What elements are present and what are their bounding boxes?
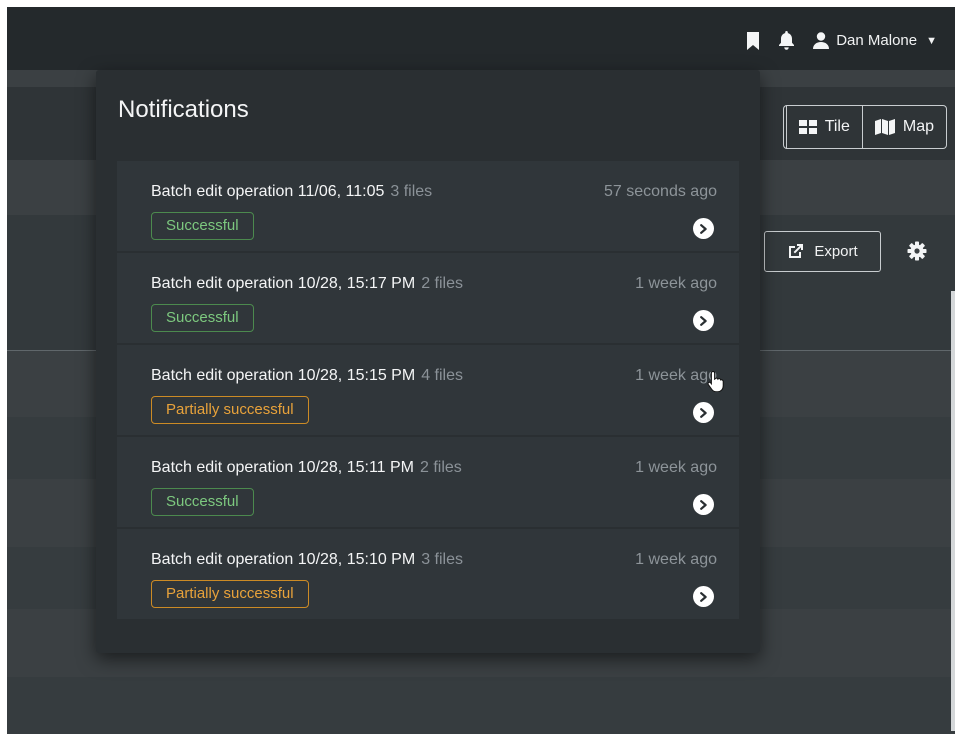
top-bar: Dan Malone ▼ <box>7 7 955 70</box>
scrollbar[interactable] <box>951 291 955 731</box>
chevron-right-icon[interactable] <box>693 218 714 239</box>
notification-title: Batch edit operation 11/06, 11:05 3 files <box>151 183 432 201</box>
notification-file-count: 2 files <box>421 275 463 292</box>
tile-view-button[interactable]: Tile <box>786 105 863 149</box>
top-actions: Dan Malone ▼ <box>746 31 937 50</box>
chevron-right-icon[interactable] <box>693 310 714 331</box>
notification-title: Batch edit operation 10/28, 15:17 PM 2 fi… <box>151 275 463 293</box>
user-name: Dan Malone <box>836 32 918 49</box>
caret-down-icon: ▼ <box>926 34 937 47</box>
bookmark-icon[interactable] <box>746 31 760 50</box>
notification-file-count: 3 files <box>421 551 463 568</box>
gear-icon[interactable] <box>907 241 927 266</box>
notifications-panel: Notifications Batch edit operation 11/06… <box>96 70 760 653</box>
map-view-button[interactable]: Map <box>862 105 947 149</box>
notification-file-count: 3 files <box>390 183 433 200</box>
notification-item[interactable]: Batch edit operation 10/28, 15:10 PM 3 fi… <box>117 529 739 619</box>
map-view-label: Map <box>902 118 934 135</box>
notification-operation: Batch edit operation 10/28, 15:11 PM <box>151 459 414 476</box>
notifications-title: Notifications <box>118 96 249 123</box>
export-button[interactable]: Export <box>764 231 881 272</box>
notification-operation: Batch edit operation 10/28, 15:10 PM <box>151 551 416 568</box>
app-window: Dan Malone ▼ Tile Map Export Notificatio… <box>7 7 955 734</box>
notification-item[interactable]: Batch edit operation 10/28, 15:17 PM 2 fi… <box>117 253 739 343</box>
notification-item[interactable]: Batch edit operation 10/28, 15:11 PM 2 fi… <box>117 437 739 527</box>
notification-operation: Batch edit operation 10/28, 15:15 PM <box>151 367 416 384</box>
notification-item[interactable]: Batch edit operation 11/06, 11:05 3 files… <box>117 161 739 251</box>
notification-timestamp: 57 seconds ago <box>604 183 717 200</box>
notification-timestamp: 1 week ago <box>635 459 717 476</box>
user-icon <box>813 32 830 49</box>
notification-operation: Batch edit operation 10/28, 15:17 PM <box>151 275 416 292</box>
chevron-right-icon[interactable] <box>693 586 714 607</box>
background-row <box>7 677 955 734</box>
bell-icon[interactable] <box>778 31 795 50</box>
notification-file-count: 4 files <box>421 367 463 384</box>
notifications-list: Batch edit operation 11/06, 11:05 3 files… <box>117 161 739 621</box>
map-icon <box>874 119 895 135</box>
view-toggle: Tile Map <box>782 105 947 149</box>
notification-timestamp: 1 week ago <box>635 551 717 568</box>
chevron-right-icon[interactable] <box>693 402 714 423</box>
user-menu[interactable]: Dan Malone ▼ <box>813 32 937 49</box>
tile-view-label: Tile <box>824 118 850 135</box>
notification-operation: Batch edit operation 11/06, 11:05 <box>151 183 385 200</box>
status-badge: Partially successful <box>151 396 309 424</box>
status-badge: Partially successful <box>151 580 309 608</box>
notification-title: Batch edit operation 10/28, 15:15 PM 4 fi… <box>151 367 463 385</box>
notification-timestamp: 1 week ago <box>635 275 717 292</box>
export-label: Export <box>814 243 858 260</box>
notification-timestamp: 1 week ago <box>635 367 717 384</box>
chevron-right-icon[interactable] <box>693 494 714 515</box>
notification-item[interactable]: Batch edit operation 10/28, 15:15 PM 4 fi… <box>117 345 739 435</box>
notification-title: Batch edit operation 10/28, 15:11 PM 2 fi… <box>151 459 462 477</box>
notification-file-count: 2 files <box>420 459 462 476</box>
status-badge: Successful <box>151 212 254 240</box>
tile-icon <box>798 120 817 134</box>
status-badge: Successful <box>151 304 254 332</box>
status-badge: Successful <box>151 488 254 516</box>
external-link-icon <box>789 244 804 258</box>
notification-title: Batch edit operation 10/28, 15:10 PM 3 fi… <box>151 551 463 569</box>
